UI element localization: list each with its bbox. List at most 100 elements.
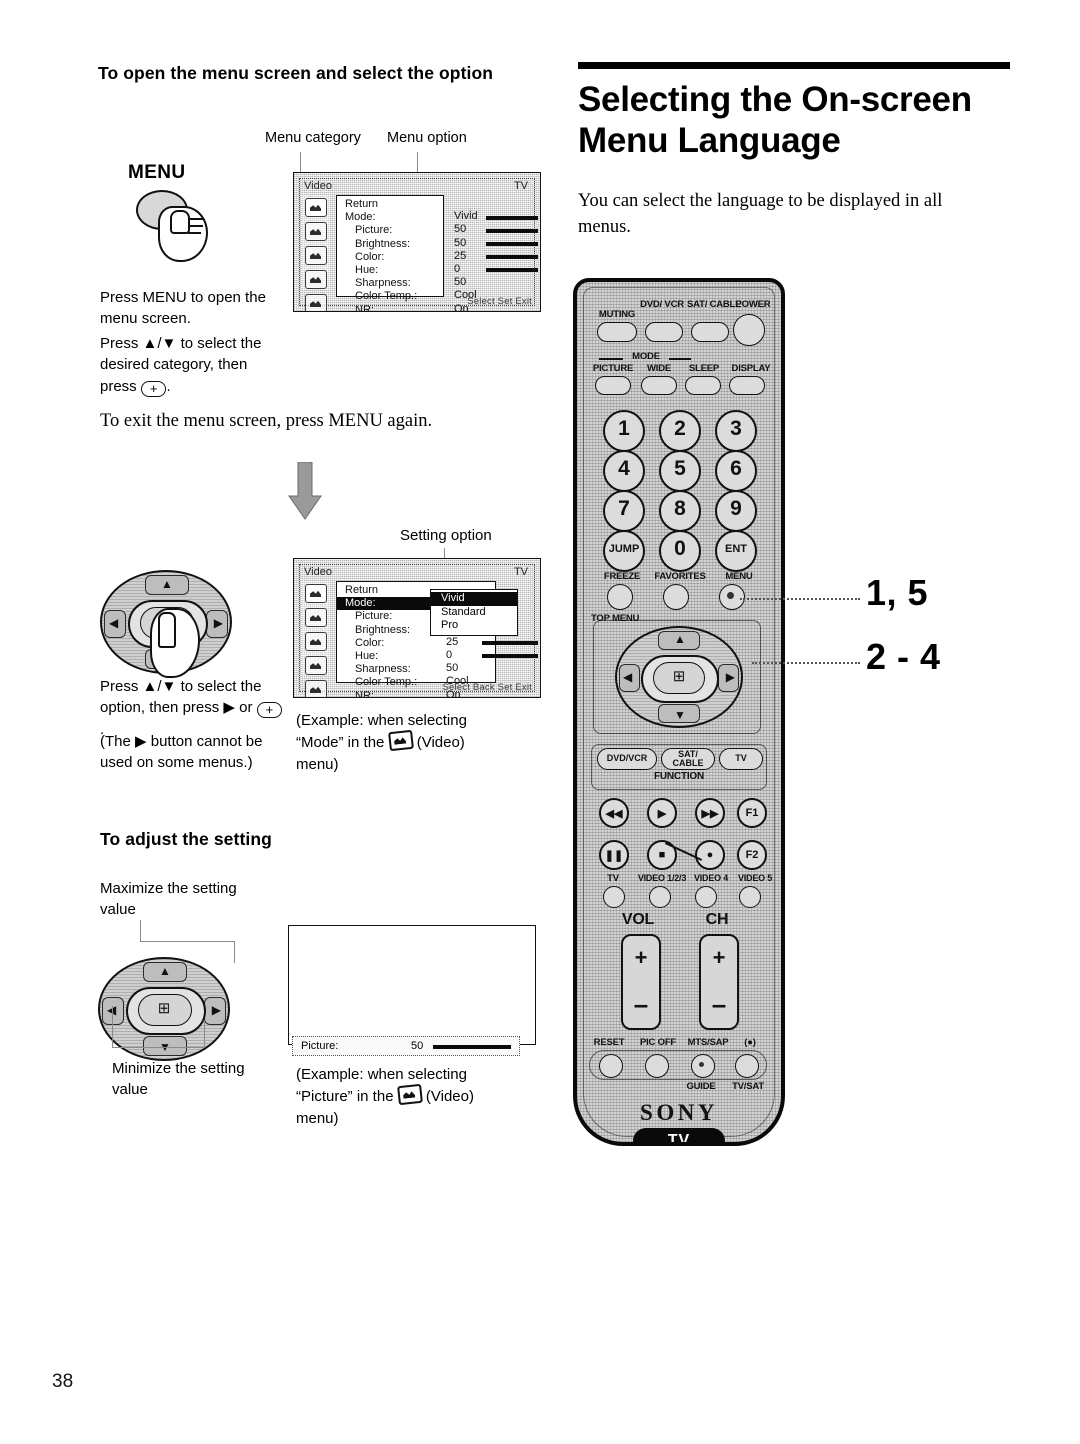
picture-strip-bar	[433, 1045, 511, 1049]
remote-button-tv-func[interactable]: TV	[719, 748, 763, 770]
example-picture-video: (Example: when selecting “Picture” in th…	[296, 1064, 511, 1129]
mts-sap-dot-icon	[699, 1062, 704, 1067]
remote-button-input-video5[interactable]	[739, 886, 761, 908]
left-column: To open the menu screen and select the o…	[98, 62, 548, 86]
remote-button-sleep[interactable]	[685, 376, 721, 395]
remote-button-0[interactable]: 0	[659, 530, 701, 572]
remote-button-tv-sat[interactable]	[735, 1054, 759, 1078]
remote-button-freeze[interactable]	[607, 584, 633, 610]
remote-button-satcable-func[interactable]: SAT/ CABLE	[661, 748, 715, 770]
setting-option-popup: Vivid Standard Pro	[430, 589, 518, 636]
hand-line-1	[188, 218, 204, 220]
screen-footer-hints: Select Set Exit	[467, 296, 532, 307]
remote-label-vol: VOL	[621, 911, 655, 928]
remote-label-freeze: FREEZE	[603, 571, 641, 582]
caption-select-category: Press ▲/▼ to select the desired category…	[100, 333, 280, 397]
remote-button-1[interactable]: 1	[603, 410, 645, 452]
screen-corner-label: TV	[513, 180, 528, 192]
remote-button-jump[interactable]: JUMP	[603, 530, 645, 572]
remote-button-display[interactable]	[729, 376, 765, 395]
remote-rocker-volume[interactable]: + –	[621, 934, 661, 1030]
menu-row: Return	[337, 198, 443, 211]
menu-value: 50	[454, 276, 467, 289]
enter-key-icon: +	[140, 380, 167, 397]
volume-minus-label[interactable]: –	[623, 991, 659, 1017]
remote-button-ent[interactable]: ENT	[715, 530, 757, 572]
remote-button-2[interactable]: 2	[659, 410, 701, 452]
remote-button-3[interactable]: 3	[715, 410, 757, 452]
caption-part-a: Press	[100, 678, 143, 695]
label-maximize-setting: Maximize the setting value	[100, 880, 237, 919]
remote-button-6[interactable]: 6	[715, 450, 757, 492]
screen-category-rail	[302, 195, 330, 311]
remote-button-favorites[interactable]	[663, 584, 689, 610]
remote-button-play[interactable]: ▶	[647, 798, 677, 828]
callout-1-5: 1, 5	[866, 572, 929, 613]
remote-button-dvd-vcr[interactable]	[645, 322, 683, 342]
screen-category-title: Video	[304, 566, 332, 578]
menu-row: Color:	[337, 637, 495, 650]
remote-button-input-tv[interactable]	[603, 886, 625, 908]
remote-button-f1[interactable]: F1	[737, 798, 767, 828]
page-number: 38	[52, 1371, 74, 1392]
dpad-left-arrow-icon: ◀	[109, 616, 119, 630]
remote-button-muting[interactable]	[597, 322, 637, 342]
remote-button-sat-cable[interactable]	[691, 322, 729, 342]
menu-row: Hue:	[337, 650, 495, 663]
dpad-up-arrow-icon: ▲	[159, 964, 171, 978]
menu-value: 25	[446, 635, 459, 648]
channel-minus-label[interactable]: –	[701, 991, 737, 1017]
screen-titlebar: Video TV	[300, 565, 534, 580]
remote-button-dvdvcr-func[interactable]: DVD/VCR	[597, 748, 657, 770]
menu-row-label: Hue:	[355, 263, 379, 276]
channel-plus-label[interactable]: +	[701, 947, 737, 969]
remote-dpad-enter-icon: ⊞	[672, 668, 686, 685]
remote-button-fastforward[interactable]: ▶▶	[695, 798, 725, 828]
label-menu-option: Menu option	[387, 130, 467, 146]
menu-row: Sharpness:	[337, 277, 443, 290]
remote-button-4[interactable]: 4	[603, 450, 645, 492]
video-menu-icon-2	[396, 1084, 423, 1106]
remote-button-mts-sap[interactable]	[691, 1054, 715, 1078]
menu-row-label: Color:	[355, 636, 385, 649]
menu-slider-bar	[486, 216, 538, 220]
leader-line-max-horizontal	[140, 941, 234, 942]
remote-label-mts-sap: MTS/SAP	[687, 1037, 729, 1048]
screen-menu-list-1: Return Mode: Picture: Brightness: Color:…	[336, 195, 444, 311]
flow-arrow-down	[288, 462, 322, 520]
remote-button-picture[interactable]	[595, 376, 631, 395]
remote-label-tv-sat: TV/SAT	[732, 1081, 764, 1092]
leader-line-max-left	[140, 920, 141, 942]
dpad-illustration-2: ⊞ ▲ ▼ ◀ ▶	[98, 957, 230, 1061]
remote-button-wide[interactable]	[641, 376, 677, 395]
remote-button-pause[interactable]: ❚❚	[599, 840, 629, 870]
remote-button-f2[interactable]: F2	[737, 840, 767, 870]
remote-rocker-channel[interactable]: + –	[699, 934, 739, 1030]
volume-plus-label[interactable]: +	[623, 947, 659, 969]
remote-button-5[interactable]: 5	[659, 450, 701, 492]
remote-label-favorites: FAVORITES	[654, 571, 706, 582]
remote-button-input-video123[interactable]	[649, 886, 671, 908]
menu-row-label: Color:	[355, 250, 385, 263]
remote-label-sleep: SLEEP	[688, 363, 720, 374]
remote-button-7[interactable]: 7	[603, 490, 645, 532]
remote-button-power[interactable]	[733, 314, 765, 346]
remote-label-muting: MUTING	[598, 309, 636, 320]
menu-row-label: Sharpness:	[355, 277, 411, 290]
remote-button-rewind[interactable]: ◀◀	[599, 798, 629, 828]
rail-video-icon	[305, 584, 327, 603]
arrow-right-icon: ▶	[223, 699, 235, 717]
remote-button-reset[interactable]	[599, 1054, 623, 1078]
screen-category-rail	[302, 581, 330, 697]
remote-button-8[interactable]: 8	[659, 490, 701, 532]
remote-button-menu[interactable]	[719, 584, 745, 610]
note-part-a: (The	[100, 733, 136, 750]
remote-dpad[interactable]: ⊞ ▲ ▼ ◀ ▶	[615, 626, 743, 728]
dpad-enter-plus-icon: ⊞	[157, 1000, 171, 1017]
remote-button-9[interactable]: 9	[715, 490, 757, 532]
remote-button-input-video4[interactable]	[695, 886, 717, 908]
remote-button-pic-off[interactable]	[645, 1054, 669, 1078]
menu-value: Vivid	[454, 210, 478, 223]
menu-row-label: Mode:	[345, 597, 376, 610]
menu-slider-bar	[486, 242, 538, 246]
